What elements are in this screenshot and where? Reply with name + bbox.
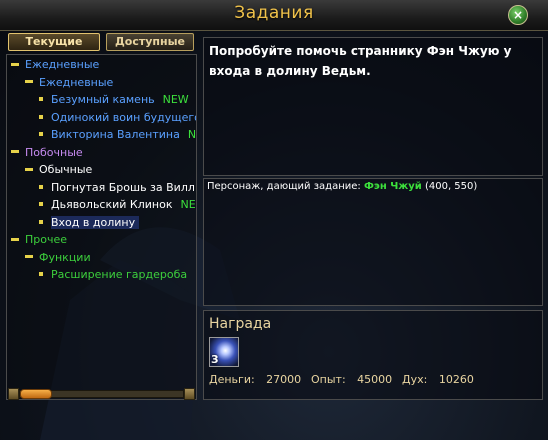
reward-item-count: 3	[211, 353, 219, 366]
collapse-icon[interactable]	[25, 167, 33, 171]
window-title: Задания	[234, 3, 314, 23]
quest-tree-panel: Ежедневные Ежедневные Безумный камень NEW Од…	[6, 54, 197, 400]
collapse-icon[interactable]	[11, 150, 19, 153]
quest-list-item[interactable]: Вход в долину	[39, 214, 140, 231]
tree-item-label: Ежедневные	[39, 75, 114, 89]
tree-item-label: Погнутая Брошь за Вилл	[51, 180, 195, 194]
new-badge: NEW	[162, 93, 189, 106]
quest-group[interactable]: Ежедневные	[25, 74, 113, 91]
tree-item-label: Расширение гардероба	[51, 268, 188, 281]
quest-list-item[interactable]: Погнутая Брошь за Вилл	[39, 179, 195, 196]
crystal-orb-icon[interactable]: 3	[209, 337, 239, 367]
reward-spirit: Дух: 10260	[402, 373, 474, 386]
window-titlebar[interactable]: Задания ×	[0, 0, 548, 31]
tree-item-label: Дьявольский Клинок	[51, 198, 173, 211]
quest-category[interactable]: Побочные	[11, 144, 83, 161]
collapse-icon[interactable]	[11, 62, 19, 66]
tree-item-label: Безумный камень	[51, 93, 155, 106]
quest-list-item[interactable]: Расширение гардероба	[39, 266, 187, 283]
reward-money-value: 27000	[266, 373, 302, 386]
new-badge: NEW	[180, 198, 196, 211]
scroll-thumb[interactable]	[20, 389, 52, 399]
quest-group[interactable]: Обычные	[25, 161, 92, 178]
bullet-icon	[39, 219, 43, 224]
collapse-icon[interactable]	[25, 80, 33, 83]
quest-category[interactable]: Ежедневные	[11, 56, 99, 73]
quest-category[interactable]: Прочее	[11, 231, 67, 248]
reward-spirit-value: 10260	[438, 373, 474, 386]
tree-item-label: Прочее	[25, 233, 68, 246]
collapse-icon[interactable]	[25, 255, 33, 258]
tree-item-label: Обычные	[39, 163, 93, 176]
close-button[interactable]: ×	[508, 5, 528, 25]
tree-item-label: Вход в долину	[51, 215, 140, 229]
reward-money: Деньги: 27000	[209, 373, 301, 386]
tab-current[interactable]: Текущие	[8, 33, 100, 51]
reward-spirit-label: Дух:	[402, 373, 428, 386]
reward-title: Награда	[209, 316, 272, 332]
tree-item-label: Ежедневные	[25, 58, 100, 71]
quest-list-item[interactable]: Одинокий воин будущего	[39, 109, 196, 126]
quest-giver-panel: Персонаж, дающий задание: Фэн Чжуй (400,…	[203, 178, 543, 306]
quest-giver-coords: (400, 550)	[424, 181, 478, 192]
quest-list-item[interactable]: Безумный камень NEW	[39, 91, 189, 108]
tab-available[interactable]: Доступные	[106, 33, 194, 51]
quest-tree: Ежедневные Ежедневные Безумный камень NEW Од…	[7, 55, 196, 399]
quest-tree-scrollbar[interactable]	[8, 388, 195, 400]
quest-giver-row: Персонаж, дающий задание: Фэн Чжуй (400,…	[207, 181, 477, 192]
tab-available-label: Доступные	[114, 35, 186, 48]
tree-item-label: Одинокий воин будущего	[51, 110, 196, 124]
reward-money-label: Деньги:	[209, 373, 255, 386]
scroll-right-arrow-icon[interactable]	[184, 388, 195, 400]
quest-giver-label: Персонаж, дающий задание:	[207, 181, 361, 192]
close-icon: ×	[512, 8, 524, 22]
quest-description: Попробуйте помочь страннику Фэн Чжую у в…	[209, 44, 512, 78]
collapse-icon[interactable]	[11, 237, 19, 241]
reward-panel: Награда 3 Деньги: 27000 Опыт: 45000 Дух:…	[203, 310, 543, 400]
tree-item-label: Побочные	[25, 145, 83, 159]
quest-group[interactable]: Функции	[25, 249, 91, 266]
bullet-icon	[39, 114, 43, 119]
quest-giver-name[interactable]: Фэн Чжуй	[364, 181, 422, 192]
bullet-icon	[39, 97, 43, 101]
quest-list-item[interactable]: Викторина Валентина NE	[39, 126, 196, 143]
tree-item-label: Функции	[39, 250, 91, 264]
reward-exp: Опыт: 45000	[311, 373, 392, 386]
scroll-left-arrow-icon[interactable]	[8, 388, 19, 400]
bullet-icon	[39, 184, 43, 189]
bullet-icon	[39, 272, 43, 276]
quest-description-panel: Попробуйте помочь страннику Фэн Чжую у в…	[203, 37, 543, 176]
bullet-icon	[39, 202, 43, 206]
new-badge: NE	[187, 128, 196, 141]
tree-item-label: Викторина Валентина	[51, 128, 180, 141]
bullet-icon	[39, 132, 43, 136]
quest-list-item[interactable]: Дьявольский Клинок NEW	[39, 196, 196, 213]
reward-exp-value: 45000	[357, 373, 393, 386]
reward-exp-label: Опыт:	[311, 373, 346, 386]
tab-current-label: Текущие	[25, 35, 83, 48]
